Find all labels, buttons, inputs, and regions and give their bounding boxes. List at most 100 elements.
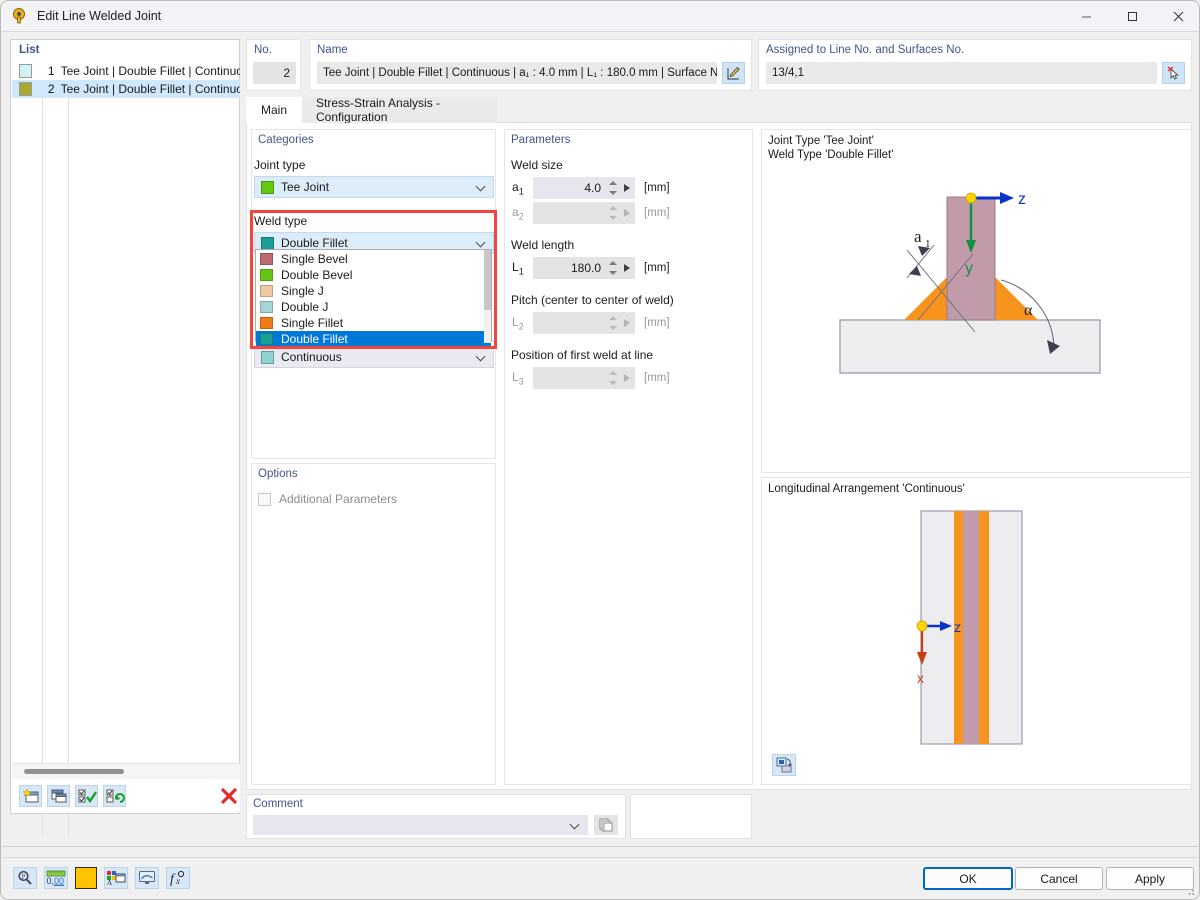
a1-spinner[interactable]: 4.0 [mm] <box>533 177 670 199</box>
ok-button[interactable]: OK <box>923 867 1013 890</box>
preview-weld-type-line: Weld Type 'Double Fillet' <box>768 148 893 162</box>
svg-text:00: 00 <box>54 876 64 886</box>
copy-pages-icon[interactable] <box>594 815 618 835</box>
svg-text:P: P <box>22 873 26 881</box>
weld-type-dropdown-list[interactable]: Single Bevel Double Bevel Single J Doubl… <box>255 249 492 342</box>
assigned-input[interactable]: 13/4,1 <box>766 62 1157 84</box>
color-swatch-icon[interactable] <box>75 867 97 889</box>
dropdown-scrollbar[interactable] <box>484 250 491 343</box>
refresh-list-icon[interactable] <box>103 785 126 807</box>
l3-spinner: [mm] <box>533 367 670 389</box>
new-window-icon[interactable] <box>19 785 42 807</box>
apply-button[interactable]: Apply <box>1106 867 1194 890</box>
arrangement-value: Continuous <box>281 350 342 364</box>
l3-input <box>533 367 605 389</box>
copy-window-icon[interactable] <box>47 785 70 807</box>
options-title: Options <box>252 464 495 480</box>
option-color-swatch <box>260 333 273 345</box>
additional-parameters-checkbox[interactable] <box>258 493 271 506</box>
comment-combo[interactable] <box>253 815 588 835</box>
display-view-icon[interactable] <box>135 867 159 889</box>
tab-main[interactable]: Main <box>246 97 302 123</box>
a1-input[interactable]: 4.0 <box>533 177 605 199</box>
numeric-precision-icon[interactable]: 0, 00 <box>44 867 68 889</box>
option-color-swatch <box>260 269 273 281</box>
option-label: Double Bevel <box>281 268 352 282</box>
minimize-button[interactable] <box>1063 1 1109 32</box>
list-item[interactable]: 2 Tee Joint | Double Fillet | Continuou <box>12 80 240 98</box>
z-axis-label: z <box>954 619 961 635</box>
weld-length-label: Weld length <box>511 238 574 252</box>
red-x-icon[interactable] <box>217 785 240 807</box>
dropdown-option[interactable]: Single Fillet <box>256 315 491 331</box>
render-style-icon[interactable]: A <box>104 867 128 889</box>
cancel-button[interactable]: Cancel <box>1015 867 1103 890</box>
scrollbar-thumb[interactable] <box>484 250 491 310</box>
arrangement-combo[interactable]: Continuous <box>254 346 494 368</box>
close-button[interactable] <box>1155 1 1200 32</box>
dialog-window: Edit Line Welded Joint List 1 Tee Joint … <box>0 0 1200 900</box>
joint-type-label: Joint type <box>254 158 305 172</box>
l2-apply-arrow-icon <box>619 312 635 334</box>
comment-extra-panel <box>630 794 752 839</box>
list-item-color <box>19 64 32 78</box>
pitch-label: Pitch (center to center of weld) <box>511 293 674 307</box>
list-horizontal-scrollbar[interactable] <box>12 763 240 779</box>
option-label: Double J <box>281 300 328 314</box>
dropdown-option-selected[interactable]: Double Fillet <box>256 331 491 347</box>
chevron-down-icon <box>477 352 486 361</box>
pencil-edit-icon[interactable] <box>722 62 745 84</box>
dropdown-option[interactable]: Single Bevel <box>256 251 491 267</box>
l3-stepper-arrows <box>605 367 619 389</box>
a2-stepper-arrows <box>605 202 619 224</box>
dropdown-option[interactable]: Double Bevel <box>256 267 491 283</box>
option-label: Double Fillet <box>281 332 348 346</box>
list-item-label: Tee Joint | Double Fillet | Continuou <box>61 82 240 96</box>
a1-apply-arrow-icon[interactable] <box>619 177 635 199</box>
assigned-panel: Assigned to Line No. and Surfaces No. 13… <box>758 39 1192 91</box>
name-label: Name <box>310 40 751 56</box>
check-list-icon[interactable] <box>75 785 98 807</box>
list-panel: List 1 Tee Joint | Double Fillet | Conti… <box>10 39 240 814</box>
scrollbar-thumb[interactable] <box>24 769 124 774</box>
comment-panel: Comment <box>246 794 626 839</box>
search-object-icon[interactable]: P <box>13 867 37 889</box>
weld-size-label: Weld size <box>511 158 563 172</box>
l2-unit: [mm] <box>644 317 670 329</box>
footer-divider <box>2 846 1200 847</box>
svg-text:A: A <box>107 879 112 886</box>
parameters-panel: Parameters Weld size a1 4.0 [mm] a2 [mm]… <box>504 129 753 785</box>
preview-title: Joint Type 'Tee Joint' Weld Type 'Double… <box>768 134 893 162</box>
tee-joint-cross-section-diagram: a 1 α z y <box>762 170 1191 470</box>
l2-input <box>533 312 605 334</box>
option-color-swatch <box>260 317 273 329</box>
resize-grip[interactable] <box>1185 886 1195 896</box>
y-axis-label: y <box>965 260 973 277</box>
list-column-divider-2 <box>68 98 69 835</box>
name-input[interactable]: Tee Joint | Double Fillet | Continuous |… <box>317 62 717 84</box>
a1-stepper-arrows[interactable] <box>605 177 619 199</box>
list-item[interactable]: 1 Tee Joint | Double Fillet | Continuou <box>12 62 240 80</box>
preview-joint-type-line: Joint Type 'Tee Joint' <box>768 134 893 148</box>
function-formula-icon[interactable]: f x <box>166 867 190 889</box>
dropdown-option[interactable]: Single J <box>256 283 491 299</box>
joint-type-combo[interactable]: Tee Joint <box>254 176 494 198</box>
tab-stress-strain-analysis-configuration[interactable]: Stress-Strain Analysis - Configuration <box>302 97 498 123</box>
list-item-label: Tee Joint | Double Fillet | Continuou <box>61 64 240 78</box>
dropdown-option[interactable]: Double J <box>256 299 491 315</box>
l1-spinner[interactable]: 180.0 [mm] <box>533 257 670 279</box>
a1-annotation: a <box>914 227 922 246</box>
l3-symbol: L3 <box>512 370 524 386</box>
maximize-button[interactable] <box>1109 1 1155 32</box>
render-view-icon[interactable] <box>772 754 796 776</box>
chevron-down-icon <box>477 182 486 191</box>
list-item-number: 1 <box>39 64 54 78</box>
l1-input[interactable]: 180.0 <box>533 257 605 279</box>
pick-cursor-icon[interactable] <box>1162 62 1185 84</box>
l1-apply-arrow-icon[interactable] <box>619 257 635 279</box>
chevron-down-icon <box>571 820 580 829</box>
l1-symbol: L1 <box>512 260 524 276</box>
l1-stepper-arrows[interactable] <box>605 257 619 279</box>
l2-symbol: L2 <box>512 315 524 331</box>
joint-type-value: Tee Joint <box>281 180 329 194</box>
